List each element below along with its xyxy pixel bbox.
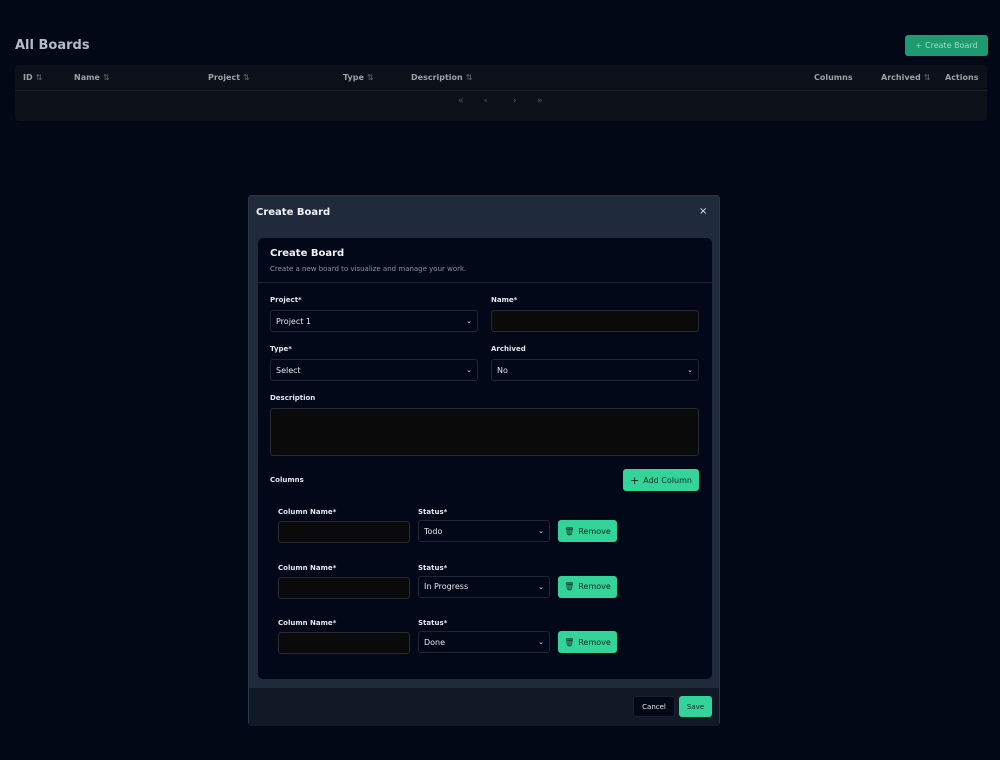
close-icon[interactable]: × bbox=[699, 206, 707, 217]
description-label: Description bbox=[270, 394, 316, 402]
column-name-input[interactable] bbox=[278, 576, 410, 599]
columns-label: Columns bbox=[270, 476, 304, 484]
boards-table: ID ⇅ Name ⇅ Project ⇅ Type ⇅ Description ⇅ Co… bbox=[15, 65, 987, 121]
project-label: Project* bbox=[270, 296, 302, 304]
column-header-actions: Actions bbox=[945, 73, 979, 82]
column-name-label: Column Name* bbox=[278, 619, 337, 627]
trash-icon: 🗑 bbox=[564, 637, 575, 647]
create-board-button[interactable]: + Create Board bbox=[905, 35, 988, 56]
sort-icon: ⇅ bbox=[243, 73, 250, 82]
status-label: Status* bbox=[418, 508, 448, 516]
archived-select[interactable]: No ⌄ bbox=[491, 359, 699, 381]
form-card: Create Board Create a new board to visua… bbox=[258, 238, 712, 679]
column-header-project[interactable]: Project ⇅ bbox=[208, 65, 250, 91]
column-header-description[interactable]: Description ⇅ bbox=[411, 65, 472, 91]
remove-column-button[interactable]: 🗑 Remove bbox=[558, 575, 617, 598]
chevron-down-icon: ⌄ bbox=[466, 366, 472, 374]
trash-icon: 🗑 bbox=[564, 526, 575, 536]
card-subtitle: Create a new board to visualize and mana… bbox=[270, 265, 467, 273]
description-textarea[interactable] bbox=[270, 408, 699, 456]
column-header-columns: Columns bbox=[814, 73, 853, 82]
create-board-label: Create Board bbox=[925, 41, 978, 50]
column-name-input[interactable] bbox=[278, 521, 410, 543]
sort-icon: ⇅ bbox=[35, 73, 43, 82]
remove-column-button[interactable]: 🗑 Remove bbox=[558, 520, 617, 542]
type-select[interactable]: Select ⌄ bbox=[270, 359, 478, 381]
column-name-input[interactable] bbox=[278, 632, 410, 654]
plus-icon: + bbox=[915, 41, 923, 50]
column-name-label: Column Name* bbox=[278, 563, 337, 572]
sort-icon: ⇅ bbox=[923, 73, 931, 82]
trash-icon: 🗑 bbox=[564, 582, 575, 591]
chevron-down-icon: ⌄ bbox=[538, 527, 544, 535]
modal-footer: Cancel Save bbox=[249, 688, 719, 726]
status-select[interactable]: Todo ⌄ bbox=[418, 520, 550, 542]
divider bbox=[258, 282, 712, 283]
status-select[interactable]: In Progress ⌄ bbox=[418, 575, 550, 598]
status-label: Status* bbox=[418, 619, 448, 627]
column-header-id[interactable]: ID ⇅ bbox=[23, 65, 42, 91]
card-title: Create Board bbox=[270, 248, 345, 259]
archived-label: Archived bbox=[491, 345, 526, 353]
modal-title: Create Board bbox=[256, 207, 331, 218]
last-page-button[interactable]: » bbox=[537, 96, 543, 106]
sort-icon: ⇅ bbox=[102, 73, 110, 82]
status-label: Status* bbox=[418, 563, 448, 572]
sort-icon: ⇅ bbox=[366, 73, 374, 82]
column-header-name[interactable]: Name ⇅ bbox=[74, 65, 110, 91]
chevron-down-icon: ⌄ bbox=[538, 582, 544, 591]
name-label: Name* bbox=[491, 296, 518, 304]
cancel-button[interactable]: Cancel bbox=[633, 696, 675, 717]
status-select[interactable]: Done ⌄ bbox=[418, 631, 550, 653]
column-header-archived[interactable]: Archived ⇅ bbox=[881, 65, 930, 91]
chevron-down-icon: ⌄ bbox=[538, 638, 544, 646]
remove-column-button[interactable]: 🗑 Remove bbox=[558, 631, 617, 653]
plus-icon: + bbox=[630, 473, 640, 487]
next-page-button[interactable]: › bbox=[513, 96, 517, 106]
type-label: Type* bbox=[270, 345, 292, 353]
page-title: All Boards bbox=[15, 38, 90, 53]
prev-page-button[interactable]: ‹ bbox=[484, 96, 488, 106]
column-name-label: Column Name* bbox=[278, 508, 337, 516]
sort-icon: ⇅ bbox=[465, 73, 473, 82]
add-column-button[interactable]: + Add Column bbox=[623, 469, 699, 491]
first-page-button[interactable]: « bbox=[458, 96, 464, 106]
column-header-type[interactable]: Type ⇅ bbox=[343, 65, 374, 91]
chevron-down-icon: ⌄ bbox=[466, 317, 472, 325]
chevron-down-icon: ⌄ bbox=[687, 366, 693, 374]
project-select[interactable]: Project 1 ⌄ bbox=[270, 310, 478, 332]
save-button[interactable]: Save bbox=[679, 696, 712, 717]
name-input[interactable] bbox=[491, 310, 699, 332]
divider bbox=[15, 90, 987, 91]
create-board-modal: Create Board × Create Board Create a new… bbox=[248, 195, 720, 726]
